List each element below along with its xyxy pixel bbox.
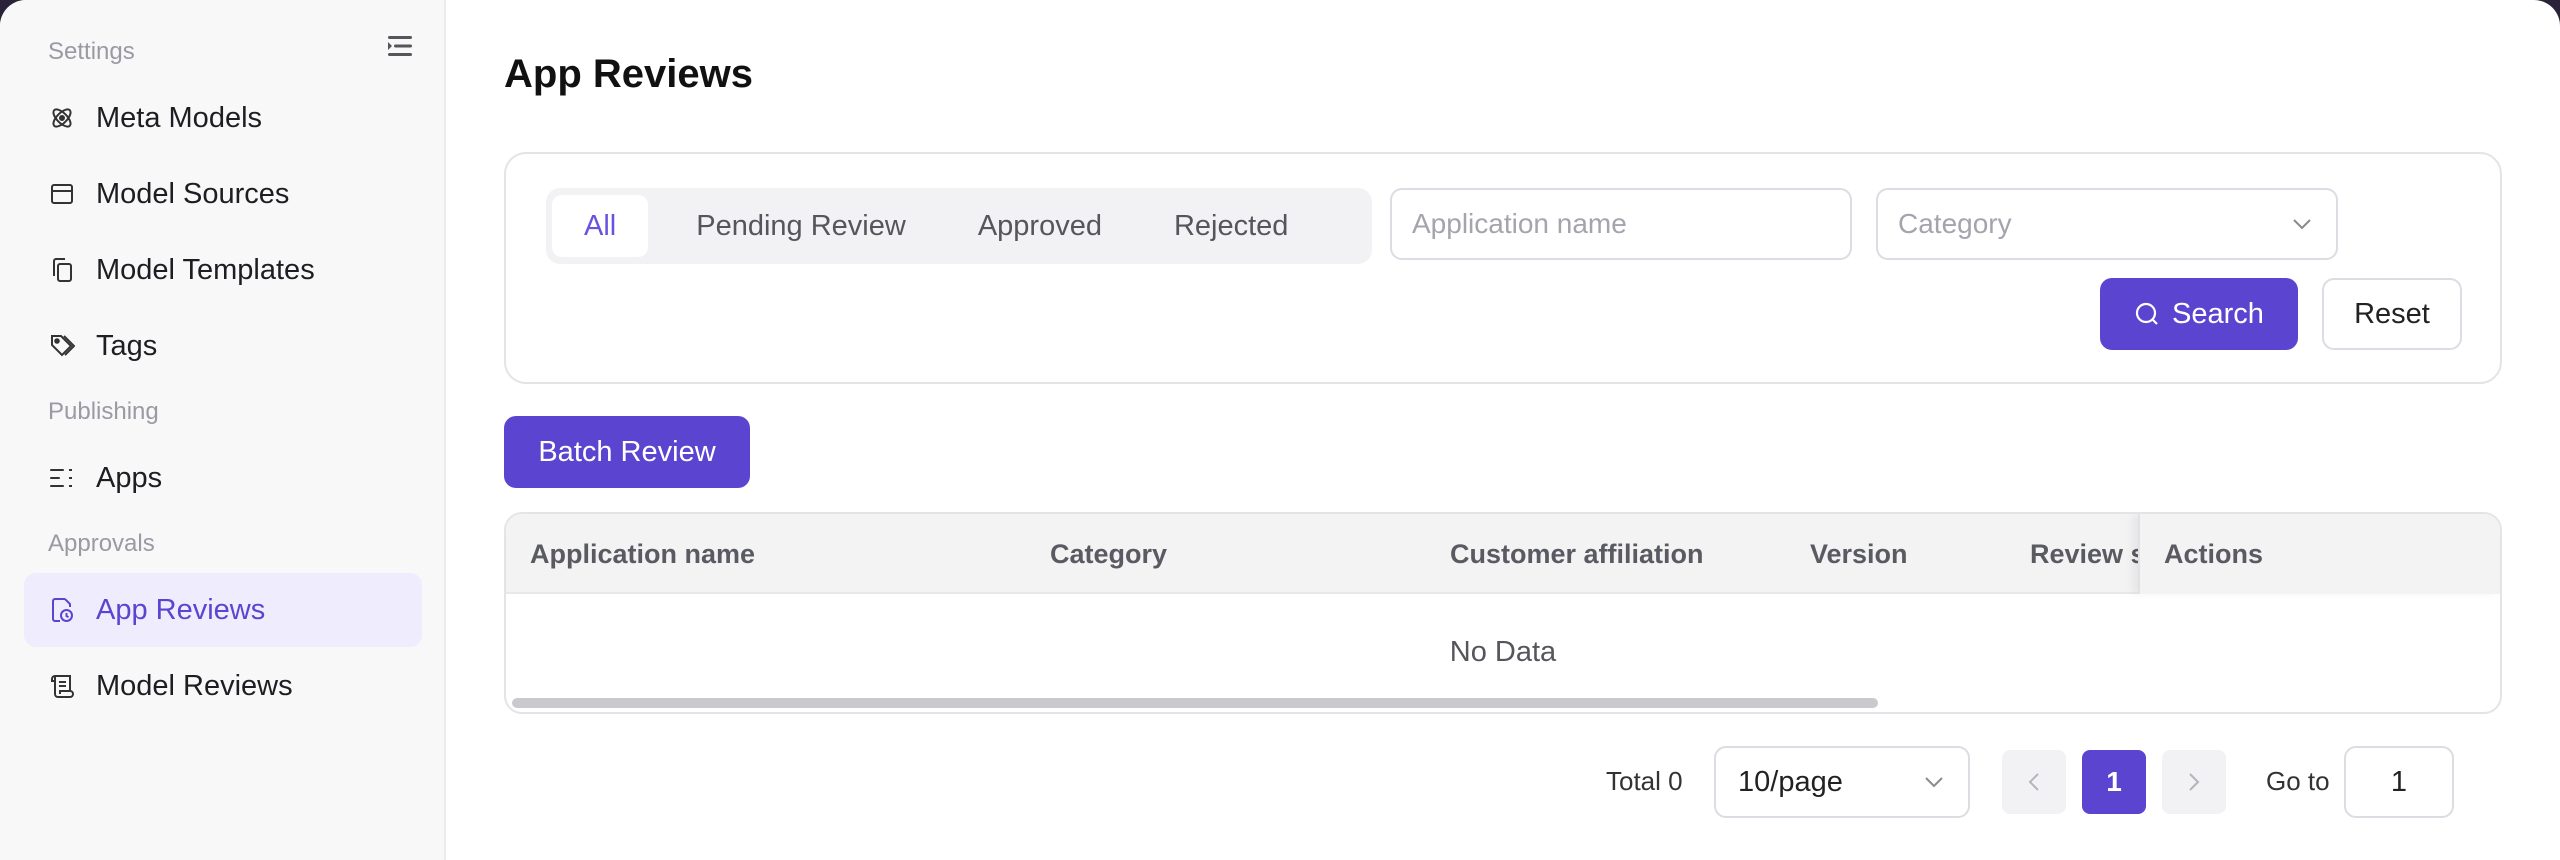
tab-all[interactable]: All xyxy=(552,195,649,257)
application-name-input[interactable]: Application name xyxy=(1390,188,1852,260)
search-button[interactable]: Search xyxy=(2100,278,2298,350)
sidebar-item-label: Tags xyxy=(96,329,158,362)
column-header-customer-affiliation: Customer affiliation xyxy=(1450,538,1704,569)
main-content: App Reviews All Pending Review Approved … xyxy=(446,0,2560,860)
goto-page-input[interactable]: 1 xyxy=(2344,746,2454,818)
column-header-category: Category xyxy=(1050,538,1168,569)
sidebar-item-label: Meta Models xyxy=(96,101,263,134)
tags-icon xyxy=(48,332,76,360)
category-placeholder: Category xyxy=(1898,208,2012,239)
chevron-right-icon xyxy=(2188,772,2200,792)
application-name-placeholder: Application name xyxy=(1412,208,1627,239)
batch-review-label: Batch Review xyxy=(538,435,716,468)
sidebar-item-label: Model Templates xyxy=(96,253,315,286)
search-button-label: Search xyxy=(2172,297,2264,330)
status-tabs: All Pending Review Approved Rejected xyxy=(546,188,1372,264)
column-header-review-status: Review s xyxy=(2030,538,2140,569)
tab-pending-review[interactable]: Pending Review xyxy=(666,195,936,257)
chevron-down-icon xyxy=(2292,218,2312,230)
tab-rejected[interactable]: Rejected xyxy=(1144,195,1318,257)
search-icon xyxy=(2134,301,2160,327)
next-page-button[interactable] xyxy=(2162,750,2226,814)
review-clock-icon xyxy=(48,596,76,624)
column-header-version: Version xyxy=(1810,538,1908,569)
window-icon xyxy=(48,180,76,208)
goto-label: Go to xyxy=(2266,766,2330,796)
list-icon xyxy=(48,464,76,492)
reset-button-label: Reset xyxy=(2354,297,2430,330)
copy-icon xyxy=(48,256,76,284)
chevron-left-icon xyxy=(2028,772,2040,792)
prev-page-button[interactable] xyxy=(2002,750,2066,814)
reviews-table: Application name Category Customer affil… xyxy=(504,512,2502,714)
sidebar-item-meta-models[interactable]: Meta Models xyxy=(24,81,422,155)
table-header: Application name Category Customer affil… xyxy=(506,514,2500,594)
atom-icon xyxy=(48,104,76,132)
page-number-current[interactable]: 1 xyxy=(2082,750,2146,814)
section-label-approvals: Approvals xyxy=(48,530,155,557)
chevron-down-icon xyxy=(1924,776,1944,788)
sidebar-item-label: Model Reviews xyxy=(96,669,293,702)
horizontal-scrollbar[interactable] xyxy=(512,698,1878,708)
sidebar-item-model-templates[interactable]: Model Templates xyxy=(24,233,422,307)
sidebar-item-app-reviews[interactable]: App Reviews xyxy=(24,573,422,647)
pagination-total: Total 0 xyxy=(1606,766,1683,796)
scroll-icon xyxy=(48,672,76,700)
column-header-actions: Actions xyxy=(2138,514,2500,594)
sidebar-item-apps[interactable]: Apps xyxy=(24,441,422,515)
batch-review-button[interactable]: Batch Review xyxy=(504,416,750,488)
tab-approved[interactable]: Approved xyxy=(948,195,1132,257)
app-window: Settings Meta Models Model Sources Model… xyxy=(0,0,2560,860)
section-label-settings: Settings xyxy=(48,38,135,65)
empty-state: No Data xyxy=(1449,635,1557,668)
page-title: App Reviews xyxy=(504,52,753,96)
sidebar-item-tags[interactable]: Tags xyxy=(24,309,422,383)
collapse-sidebar-icon[interactable] xyxy=(384,32,416,60)
section-label-publishing: Publishing xyxy=(48,398,159,425)
page-size-select[interactable]: 10/page xyxy=(1714,746,1970,818)
category-select[interactable]: Category xyxy=(1876,188,2338,260)
filter-card: All Pending Review Approved Rejected App… xyxy=(504,152,2502,384)
column-header-application-name: Application name xyxy=(530,538,756,569)
page-size-value: 10/page xyxy=(1738,765,1843,798)
sidebar-item-label: Apps xyxy=(96,461,163,494)
sidebar-item-model-sources[interactable]: Model Sources xyxy=(24,157,422,231)
sidebar: Settings Meta Models Model Sources Model… xyxy=(0,0,446,860)
sidebar-item-label: App Reviews xyxy=(96,593,266,626)
sidebar-item-label: Model Sources xyxy=(96,177,290,210)
sidebar-item-model-reviews[interactable]: Model Reviews xyxy=(24,649,422,723)
reset-button[interactable]: Reset xyxy=(2322,278,2462,350)
